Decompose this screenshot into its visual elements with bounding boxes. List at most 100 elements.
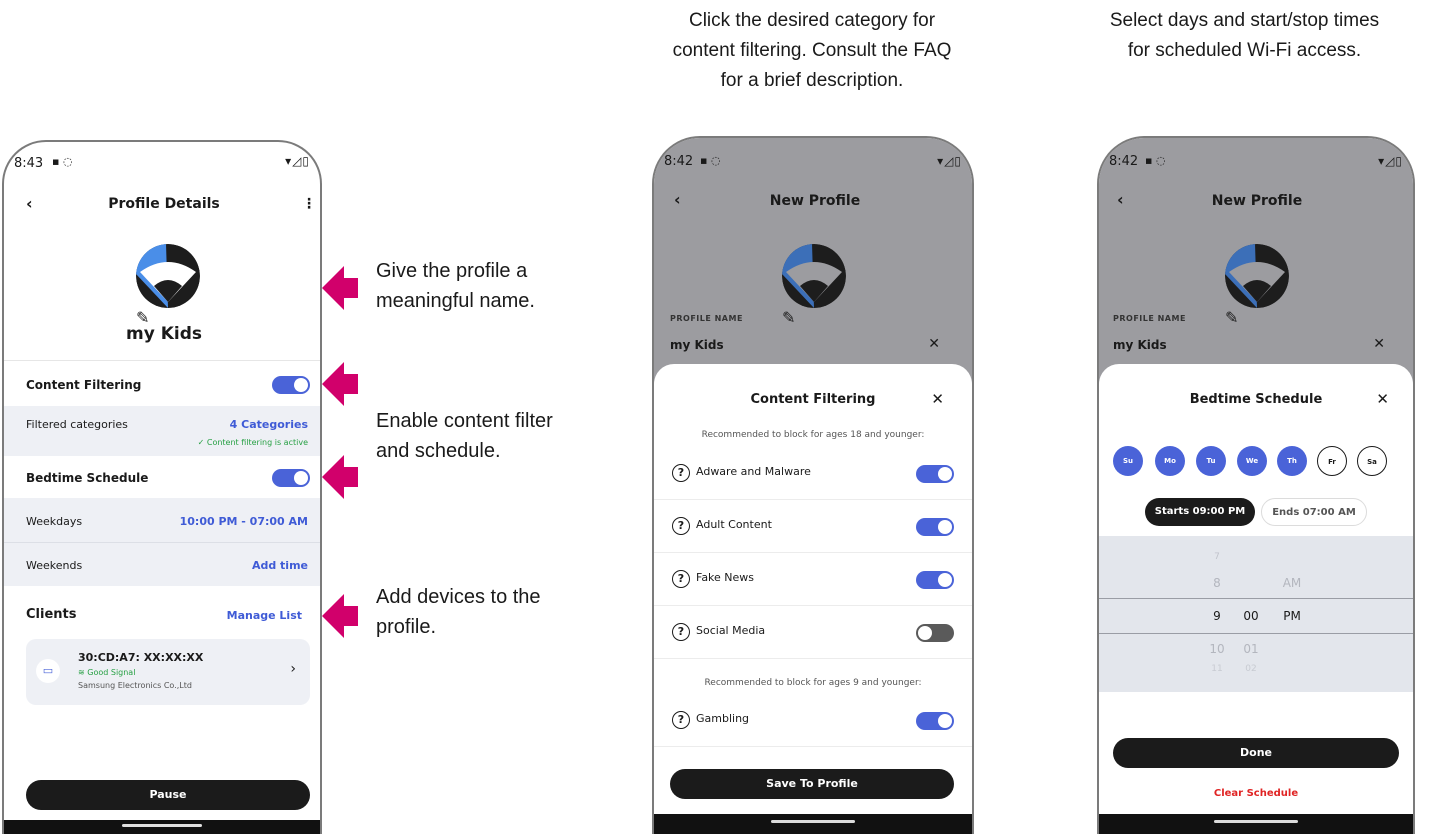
arrow-bedtime [322, 455, 358, 499]
annotation-devices: Add devices to the profile. [376, 586, 541, 638]
content-filtering-label: Content Filtering [26, 378, 142, 392]
status-time: 8:42 [1109, 154, 1139, 169]
category-row[interactable]: ? Fake News [654, 553, 972, 606]
manage-list-link[interactable]: Manage List [227, 609, 302, 622]
phone-bedtime-schedule: 8:42 ▪ ◌ ▾◿▯ ‹ New Profile ✎ PROFILE NAM… [1097, 136, 1415, 834]
ends-time-tab[interactable]: Ends 07:00 AM [1261, 498, 1367, 526]
hint-ages-18: Recommended to block for ages 18 and you… [701, 430, 925, 440]
divider [4, 360, 320, 361]
profile-name-label: PROFILE NAME [670, 314, 743, 323]
day-friday[interactable]: Fr [1317, 446, 1347, 476]
bedtime-schedule-toggle[interactable] [272, 469, 310, 487]
sheet-title: Content Filtering [750, 392, 876, 407]
filtered-categories-label: Filtered categories [26, 418, 128, 431]
home-indicator [1099, 814, 1413, 834]
profile-name: my Kids [125, 324, 202, 344]
avatar[interactable]: ✎ [1225, 244, 1289, 327]
filtered-categories-value[interactable]: 4 Categories [230, 418, 308, 431]
category-toggle[interactable] [916, 624, 954, 642]
picker-minute-below2: 02 [1245, 664, 1257, 674]
done-button[interactable]: Done [1113, 738, 1399, 768]
help-icon[interactable]: ? [672, 570, 690, 588]
help-icon[interactable]: ? [672, 464, 690, 482]
avatar[interactable]: ✎ [782, 244, 846, 327]
save-to-profile-button[interactable]: Save To Profile [670, 769, 954, 799]
content-filtering-toggle[interactable] [272, 376, 310, 394]
category-row[interactable]: ? Social Media [654, 606, 972, 659]
avatar[interactable]: ✎ [136, 244, 200, 327]
phone-content-filtering: 8:42 ▪ ◌ ▾◿▯ ‹ New Profile ✎ PROFILE NAM… [652, 136, 974, 834]
back-icon[interactable]: ‹ [1117, 190, 1124, 209]
filtered-categories-row[interactable]: Filtered categories 4 Categories ✓ Conte… [4, 406, 320, 456]
weekends-add-time[interactable]: Add time [252, 559, 308, 572]
device-monitor-icon: ▭ [36, 659, 60, 683]
starts-time-tab[interactable]: Starts 09:00 PM [1145, 498, 1255, 526]
category-toggle[interactable] [916, 465, 954, 483]
category-row[interactable]: ? Gambling [654, 694, 972, 747]
close-icon[interactable]: ✕ [931, 390, 944, 408]
picker-hour-above: 8 [1213, 576, 1221, 590]
client-mac: 30:CD:A7: XX:XX:XX [78, 651, 204, 664]
picker-ampm-above: AM [1282, 576, 1302, 590]
weekdays-label: Weekdays [26, 515, 83, 528]
help-icon[interactable]: ? [672, 517, 690, 535]
status-notification-icons: ▪ ◌ [52, 155, 73, 168]
wifi-avatar-icon [782, 244, 846, 308]
profile-name-input[interactable]: my Kids [670, 338, 724, 352]
annotation-enable: Enable content filter and schedule. [376, 410, 553, 462]
day-monday[interactable]: Mo [1155, 446, 1185, 476]
clear-schedule-link[interactable]: Clear Schedule [1099, 788, 1413, 799]
day-wednesday[interactable]: We [1237, 446, 1267, 476]
status-battery-icon: ▾◿▯ [285, 154, 310, 168]
more-options-icon[interactable]: ⋮ [302, 196, 316, 212]
status-battery-icon: ▾◿▯ [937, 154, 962, 168]
pause-button[interactable]: Pause [26, 780, 310, 810]
wifi-avatar-icon [1225, 244, 1289, 308]
client-card[interactable]: ▭ 30:CD:A7: XX:XX:XX ≋ Good Signal Samsu… [26, 639, 310, 705]
picker-minute: 00 [1243, 609, 1259, 623]
sheet-title: Bedtime Schedule [1189, 392, 1323, 407]
picker-hour: 9 [1213, 609, 1221, 623]
day-saturday[interactable]: Sa [1357, 446, 1387, 476]
arrow-name [322, 266, 358, 310]
weekdays-value[interactable]: 10:00 PM - 07:00 AM [180, 515, 308, 528]
help-icon[interactable]: ? [672, 711, 690, 729]
profile-name-label: PROFILE NAME [1113, 314, 1186, 323]
time-picker[interactable]: 7 8 AM 9 00 PM 10 01 11 02 [1099, 536, 1413, 692]
weekends-label: Weekends [26, 559, 83, 572]
bedtime-schedule-sheet: Bedtime Schedule ✕ Su Mo Tu We Th Fr Sa … [1099, 364, 1413, 834]
chevron-right-icon: › [290, 661, 296, 677]
category-row[interactable]: ? Adware and Malware [654, 447, 972, 500]
close-icon[interactable]: ✕ [1376, 390, 1389, 408]
help-icon[interactable]: ? [672, 623, 690, 641]
hint-ages-9: Recommended to block for ages 9 and youn… [704, 678, 922, 688]
back-icon[interactable]: ‹ [26, 194, 33, 213]
category-toggle[interactable] [916, 518, 954, 536]
category-row[interactable]: ? Adult Content [654, 500, 972, 553]
wifi-signal-icon: ≋ [78, 668, 88, 677]
day-thursday[interactable]: Th [1277, 446, 1307, 476]
arrow-devices [322, 594, 358, 638]
wifi-avatar-icon [136, 244, 200, 308]
clear-input-icon[interactable]: ✕ [1373, 336, 1385, 352]
caption-content-filter: Click the desired category for content f… [672, 10, 952, 91]
category-label: Gambling [696, 712, 750, 725]
status-notification-icons: ▪ ◌ [1145, 154, 1166, 167]
page-title: Profile Details [108, 196, 220, 212]
caption-schedule: Select days and start/stop times for sch… [1109, 10, 1380, 61]
filter-active-status: ✓ Content filtering is active [197, 438, 308, 447]
profile-name-input[interactable]: my Kids [1113, 338, 1167, 352]
divider [4, 542, 320, 543]
picker-hour-above2: 7 [1214, 552, 1220, 562]
edit-pencil-icon[interactable]: ✎ [1225, 308, 1289, 327]
back-icon[interactable]: ‹ [674, 190, 681, 209]
home-indicator [4, 820, 320, 834]
status-time: 8:42 [664, 154, 694, 169]
edit-pencil-icon[interactable]: ✎ [782, 308, 846, 327]
category-toggle[interactable] [916, 571, 954, 589]
category-toggle[interactable] [916, 712, 954, 730]
day-tuesday[interactable]: Tu [1196, 446, 1226, 476]
bedtime-schedule-label: Bedtime Schedule [26, 471, 149, 485]
day-sunday[interactable]: Su [1113, 446, 1143, 476]
clear-input-icon[interactable]: ✕ [928, 336, 940, 352]
